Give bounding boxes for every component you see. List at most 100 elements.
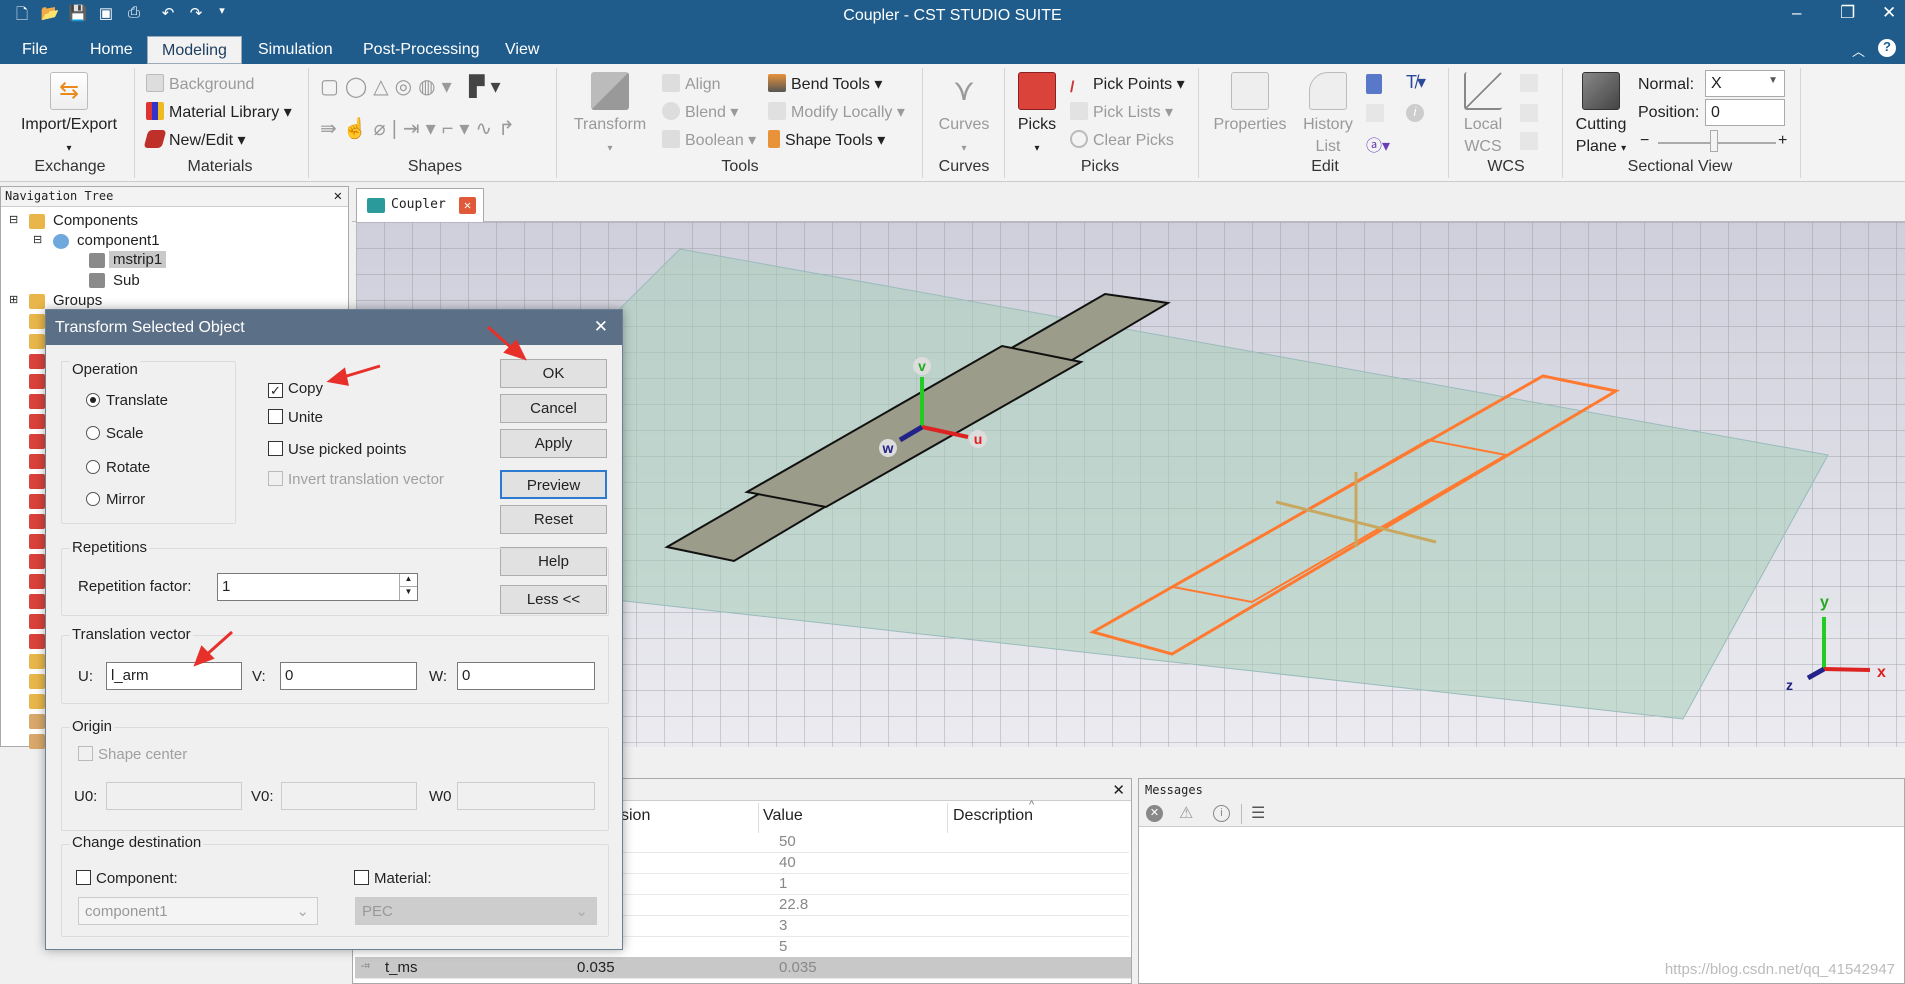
warnings-filter-icon[interactable]: ⚠ bbox=[1179, 803, 1193, 823]
position-slider-thumb[interactable] bbox=[1710, 130, 1718, 152]
tree-item-icon[interactable] bbox=[29, 514, 45, 529]
repetition-factor-stepper[interactable]: 1 ▲ ▼ bbox=[217, 573, 418, 601]
component-checkbox[interactable]: Component: bbox=[76, 870, 178, 887]
tree-item-icon[interactable] bbox=[29, 674, 45, 689]
close-tab-icon[interactable]: ✕ bbox=[459, 197, 476, 214]
apply-button[interactable]: Apply bbox=[500, 429, 607, 458]
tree-item-icon[interactable] bbox=[29, 354, 45, 369]
tree-item-icon[interactable] bbox=[29, 474, 45, 489]
slider-minus[interactable]: − bbox=[1640, 132, 1649, 150]
restore-button[interactable]: ❐ bbox=[1840, 3, 1855, 23]
properties-button[interactable]: Properties bbox=[1208, 72, 1292, 136]
tree-item-icon[interactable] bbox=[29, 574, 45, 589]
import-export-button[interactable]: ⇆ Import/Export ▾ bbox=[14, 72, 124, 160]
calculator-icon[interactable] bbox=[1366, 74, 1382, 94]
tree-item-component1[interactable]: component1 bbox=[77, 232, 160, 249]
clear-messages-icon[interactable]: ☰ bbox=[1251, 803, 1265, 823]
picks-button[interactable]: Picks ▾ bbox=[1010, 72, 1064, 160]
curves-button[interactable]: ⋎ Curves ▾ bbox=[930, 72, 998, 160]
tree-item-icon[interactable] bbox=[29, 454, 45, 469]
blend-button[interactable]: Blend ▾ bbox=[662, 102, 738, 122]
collapse-icon[interactable]: ⊟ bbox=[9, 213, 18, 226]
tree-item-mstrip1[interactable]: mstrip1 bbox=[109, 251, 167, 268]
tree-item-icon[interactable] bbox=[29, 394, 45, 409]
tab-home[interactable]: Home bbox=[90, 41, 133, 59]
stepper-up-icon[interactable]: ▲ bbox=[399, 574, 417, 587]
copy-checkbox[interactable]: ✓ Copy bbox=[268, 380, 323, 398]
clear-picks-button[interactable]: Clear Picks bbox=[1070, 130, 1174, 150]
transform-button[interactable]: Transform ▾ bbox=[570, 72, 650, 160]
tree-item-icon[interactable] bbox=[29, 554, 45, 569]
pick-lists-button[interactable]: Pick Lists ▾ bbox=[1070, 102, 1173, 122]
radio-rotate[interactable]: Rotate bbox=[86, 459, 150, 476]
material-checkbox[interactable]: Material: bbox=[354, 870, 432, 887]
collapse-ribbon-icon[interactable]: ︿ bbox=[1852, 41, 1865, 60]
stepper-down-icon[interactable]: ▼ bbox=[399, 587, 417, 600]
wcs-align-icon[interactable] bbox=[1520, 74, 1538, 92]
tree-item-icon[interactable] bbox=[29, 414, 45, 429]
tab-modeling[interactable]: Modeling bbox=[147, 36, 242, 64]
u-input[interactable]: l_arm bbox=[106, 662, 242, 690]
local-wcs-button[interactable]: Local WCS bbox=[1458, 72, 1508, 158]
tree-item-icon[interactable] bbox=[29, 534, 45, 549]
tree-item-icon[interactable] bbox=[29, 634, 45, 649]
boolean-button[interactable]: Boolean ▾ bbox=[662, 130, 756, 150]
slider-plus[interactable]: + bbox=[1778, 132, 1787, 150]
info-filter-icon[interactable]: i bbox=[1213, 805, 1230, 822]
tree-item-icon[interactable] bbox=[29, 694, 45, 709]
tree-item-icon[interactable] bbox=[29, 594, 45, 609]
background-button[interactable]: Background bbox=[146, 74, 254, 94]
wcs-transform-icon[interactable] bbox=[1520, 104, 1538, 122]
text-annotation-icon[interactable]: ⓐ▾ bbox=[1366, 132, 1390, 156]
modify-locally-button[interactable]: Modify Locally ▾ bbox=[768, 102, 905, 122]
bend-tools-button[interactable]: Bend Tools ▾ bbox=[768, 74, 882, 94]
v-input[interactable]: 0 bbox=[280, 662, 417, 690]
tab-coupler[interactable]: Coupler ✕ bbox=[356, 188, 484, 222]
tree-item-icon[interactable] bbox=[29, 734, 45, 749]
help-icon[interactable]: ? bbox=[1878, 39, 1896, 57]
reset-button[interactable]: Reset bbox=[500, 505, 607, 534]
radio-translate[interactable]: Translate bbox=[86, 392, 168, 409]
dialog-title-bar[interactable]: Transform Selected Object ✕ bbox=[46, 310, 622, 345]
cutting-plane-button[interactable]: Cutting Plane ▾ bbox=[1570, 72, 1632, 160]
extrude-shapes-buttons[interactable]: ⇛☝⌀|⇥▾⌐▾∿↱ bbox=[320, 116, 521, 141]
use-picked-points-checkbox[interactable]: Use picked points bbox=[268, 441, 406, 458]
normal-dropdown[interactable]: X ▼ bbox=[1705, 70, 1785, 97]
tree-item-icon[interactable] bbox=[29, 314, 45, 329]
pen-text-icon[interactable]: T̸▾ bbox=[1406, 72, 1426, 93]
basic-shapes-buttons[interactable]: ▢◯△◎◍▾ ▛▾ bbox=[320, 74, 507, 99]
tab-simulation[interactable]: Simulation bbox=[258, 41, 333, 59]
tree-item-icon[interactable] bbox=[29, 494, 45, 509]
table-row-t-ms[interactable]: -⌗ t_ms 0.035 0.035 bbox=[355, 957, 1131, 979]
new-edit-material-button[interactable]: New/Edit ▾ bbox=[143, 130, 246, 150]
history-list-button[interactable]: History List bbox=[1298, 72, 1358, 158]
w-input[interactable]: 0 bbox=[457, 662, 595, 690]
close-panel-icon[interactable]: ✕ bbox=[334, 188, 342, 204]
radio-scale[interactable]: Scale bbox=[86, 425, 144, 442]
tab-view[interactable]: View bbox=[505, 41, 539, 59]
close-window-button[interactable]: ✕ bbox=[1882, 3, 1896, 23]
close-panel-icon[interactable]: ✕ bbox=[1112, 781, 1125, 799]
collapse-icon[interactable]: ⊟ bbox=[33, 233, 42, 246]
radio-mirror[interactable]: Mirror bbox=[86, 491, 145, 508]
unite-checkbox[interactable]: Unite bbox=[268, 409, 323, 426]
tree-item-groups[interactable]: Groups bbox=[53, 292, 102, 309]
tree-item-components[interactable]: Components bbox=[53, 212, 138, 229]
tree-item-icon[interactable] bbox=[29, 714, 45, 729]
preview-button[interactable]: Preview bbox=[500, 470, 607, 499]
tree-item-sub[interactable]: Sub bbox=[113, 272, 140, 289]
column-value[interactable]: Value bbox=[763, 807, 803, 825]
tab-post-processing[interactable]: Post-Processing bbox=[363, 41, 480, 59]
errors-filter-icon[interactable]: ✕ bbox=[1146, 805, 1163, 822]
tree-item-icon[interactable] bbox=[29, 334, 45, 349]
align-button[interactable]: Align bbox=[662, 74, 721, 94]
position-input[interactable]: 0 bbox=[1705, 99, 1785, 126]
pick-points-button[interactable]: / Pick Points ▾ bbox=[1070, 74, 1185, 97]
tab-file[interactable]: File bbox=[22, 41, 48, 59]
close-dialog-icon[interactable]: ✕ bbox=[594, 317, 608, 337]
tree-item-icon[interactable] bbox=[29, 434, 45, 449]
ok-button[interactable]: OK bbox=[500, 359, 607, 388]
shape-tools-button[interactable]: Shape Tools ▾ bbox=[768, 130, 885, 150]
column-expression[interactable]: sion bbox=[621, 807, 650, 825]
info-icon[interactable]: i bbox=[1406, 104, 1424, 122]
